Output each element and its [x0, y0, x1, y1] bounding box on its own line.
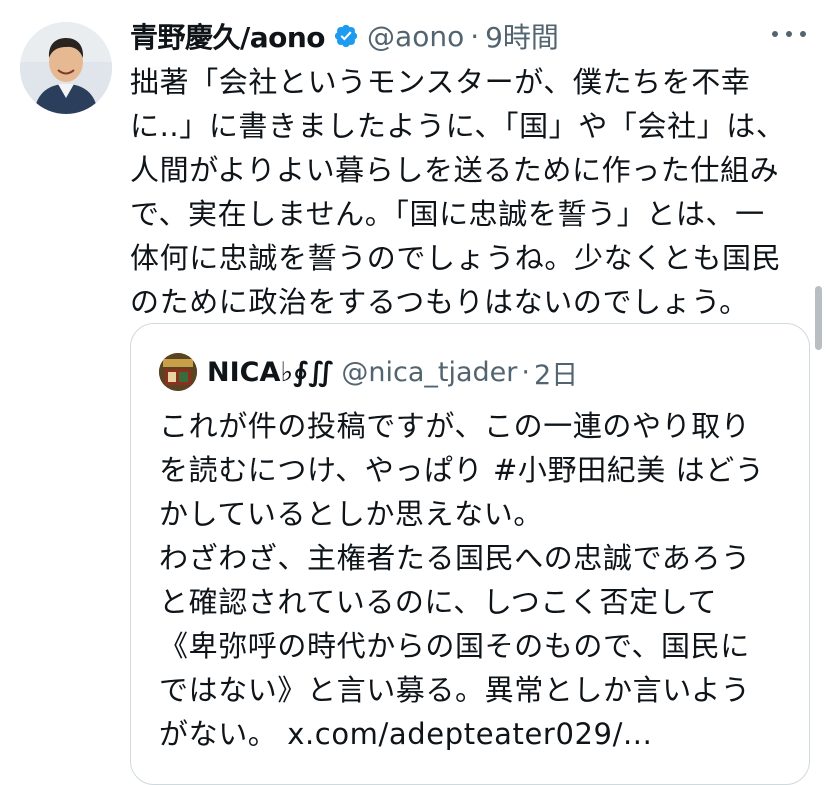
quoted-line: わざわざ、主権者たる国民への忠誠であろう: [159, 541, 751, 575]
quoted-tweet-text: これが件の投稿ですが、この一連のやり取り を読むにつけ、やっぱり #小野田紀美 …: [159, 404, 789, 756]
tweet-line: で、実在しません。「国に忠誠を誓う」とは、一: [130, 197, 765, 231]
quoted-tweet-header: NICA♭∮∬ @nica_tjader · 2日: [159, 350, 578, 394]
avatar-image: [20, 22, 112, 114]
quoted-line: 《卑弥呼の時代からの国そのもので、国民に: [159, 629, 750, 663]
quoted-line: かしているとしか思えない。: [159, 497, 543, 531]
separator-dot: ·: [470, 19, 480, 53]
tweet-line: 拙著「会社というモンスターが、僕たちを不幸: [130, 65, 751, 99]
quoted-line: がない。 x.com/adepteater029/...: [159, 717, 653, 751]
tweet-header: 青野慶久/aono @aono · 9時間: [130, 14, 559, 58]
quoted-line: と確認されているのに、しつこく否定して: [159, 585, 718, 619]
tweet-line: に..」に書きましたように、「国」や「会社」は、: [130, 109, 786, 143]
author-display-name[interactable]: 青野慶久/aono: [130, 16, 326, 56]
more-icon[interactable]: [772, 22, 806, 46]
quoted-line: を読むにつけ、やっぱり #小野田紀美 はどう: [159, 453, 765, 487]
tweet-timestamp[interactable]: 9時間: [485, 16, 559, 56]
quoted-tweet-card[interactable]: NICA♭∮∬ @nica_tjader · 2日 これが件の投稿ですが、この一…: [130, 323, 810, 785]
quoted-author-avatar[interactable]: [159, 353, 197, 391]
quoted-author-display-name[interactable]: NICA♭∮∬: [207, 357, 333, 388]
more-dot: [786, 31, 792, 37]
more-dot: [800, 31, 806, 37]
separator-dot: ·: [521, 356, 530, 388]
quoted-author-handle[interactable]: @nica_tjader: [341, 357, 517, 388]
tweet-line: のために政治をするつもりはないのでしょう。: [130, 285, 749, 319]
scrollbar-thumb[interactable]: [815, 286, 822, 350]
tweet-line: 人間がよりよい暮らしを送るために作った仕組み: [130, 153, 780, 187]
tweet-line: 体何に忠誠を誓うのでしょうね。少なくとも国民: [130, 241, 782, 275]
author-handle[interactable]: @aono: [367, 20, 464, 53]
quoted-avatar-image: [159, 353, 197, 391]
tweet-text: 拙著「会社というモンスターが、僕たちを不幸 に..」に書きましたように、「国」や…: [130, 60, 800, 324]
quoted-line: これが件の投稿ですが、この一連のやり取り: [159, 409, 751, 443]
quoted-line: ではない》と言い募る。異常としか言いよう: [159, 673, 751, 707]
more-dot: [772, 31, 778, 37]
quoted-tweet-timestamp[interactable]: 2日: [534, 353, 578, 392]
author-avatar[interactable]: [20, 22, 112, 114]
verified-badge-icon: [334, 24, 358, 48]
